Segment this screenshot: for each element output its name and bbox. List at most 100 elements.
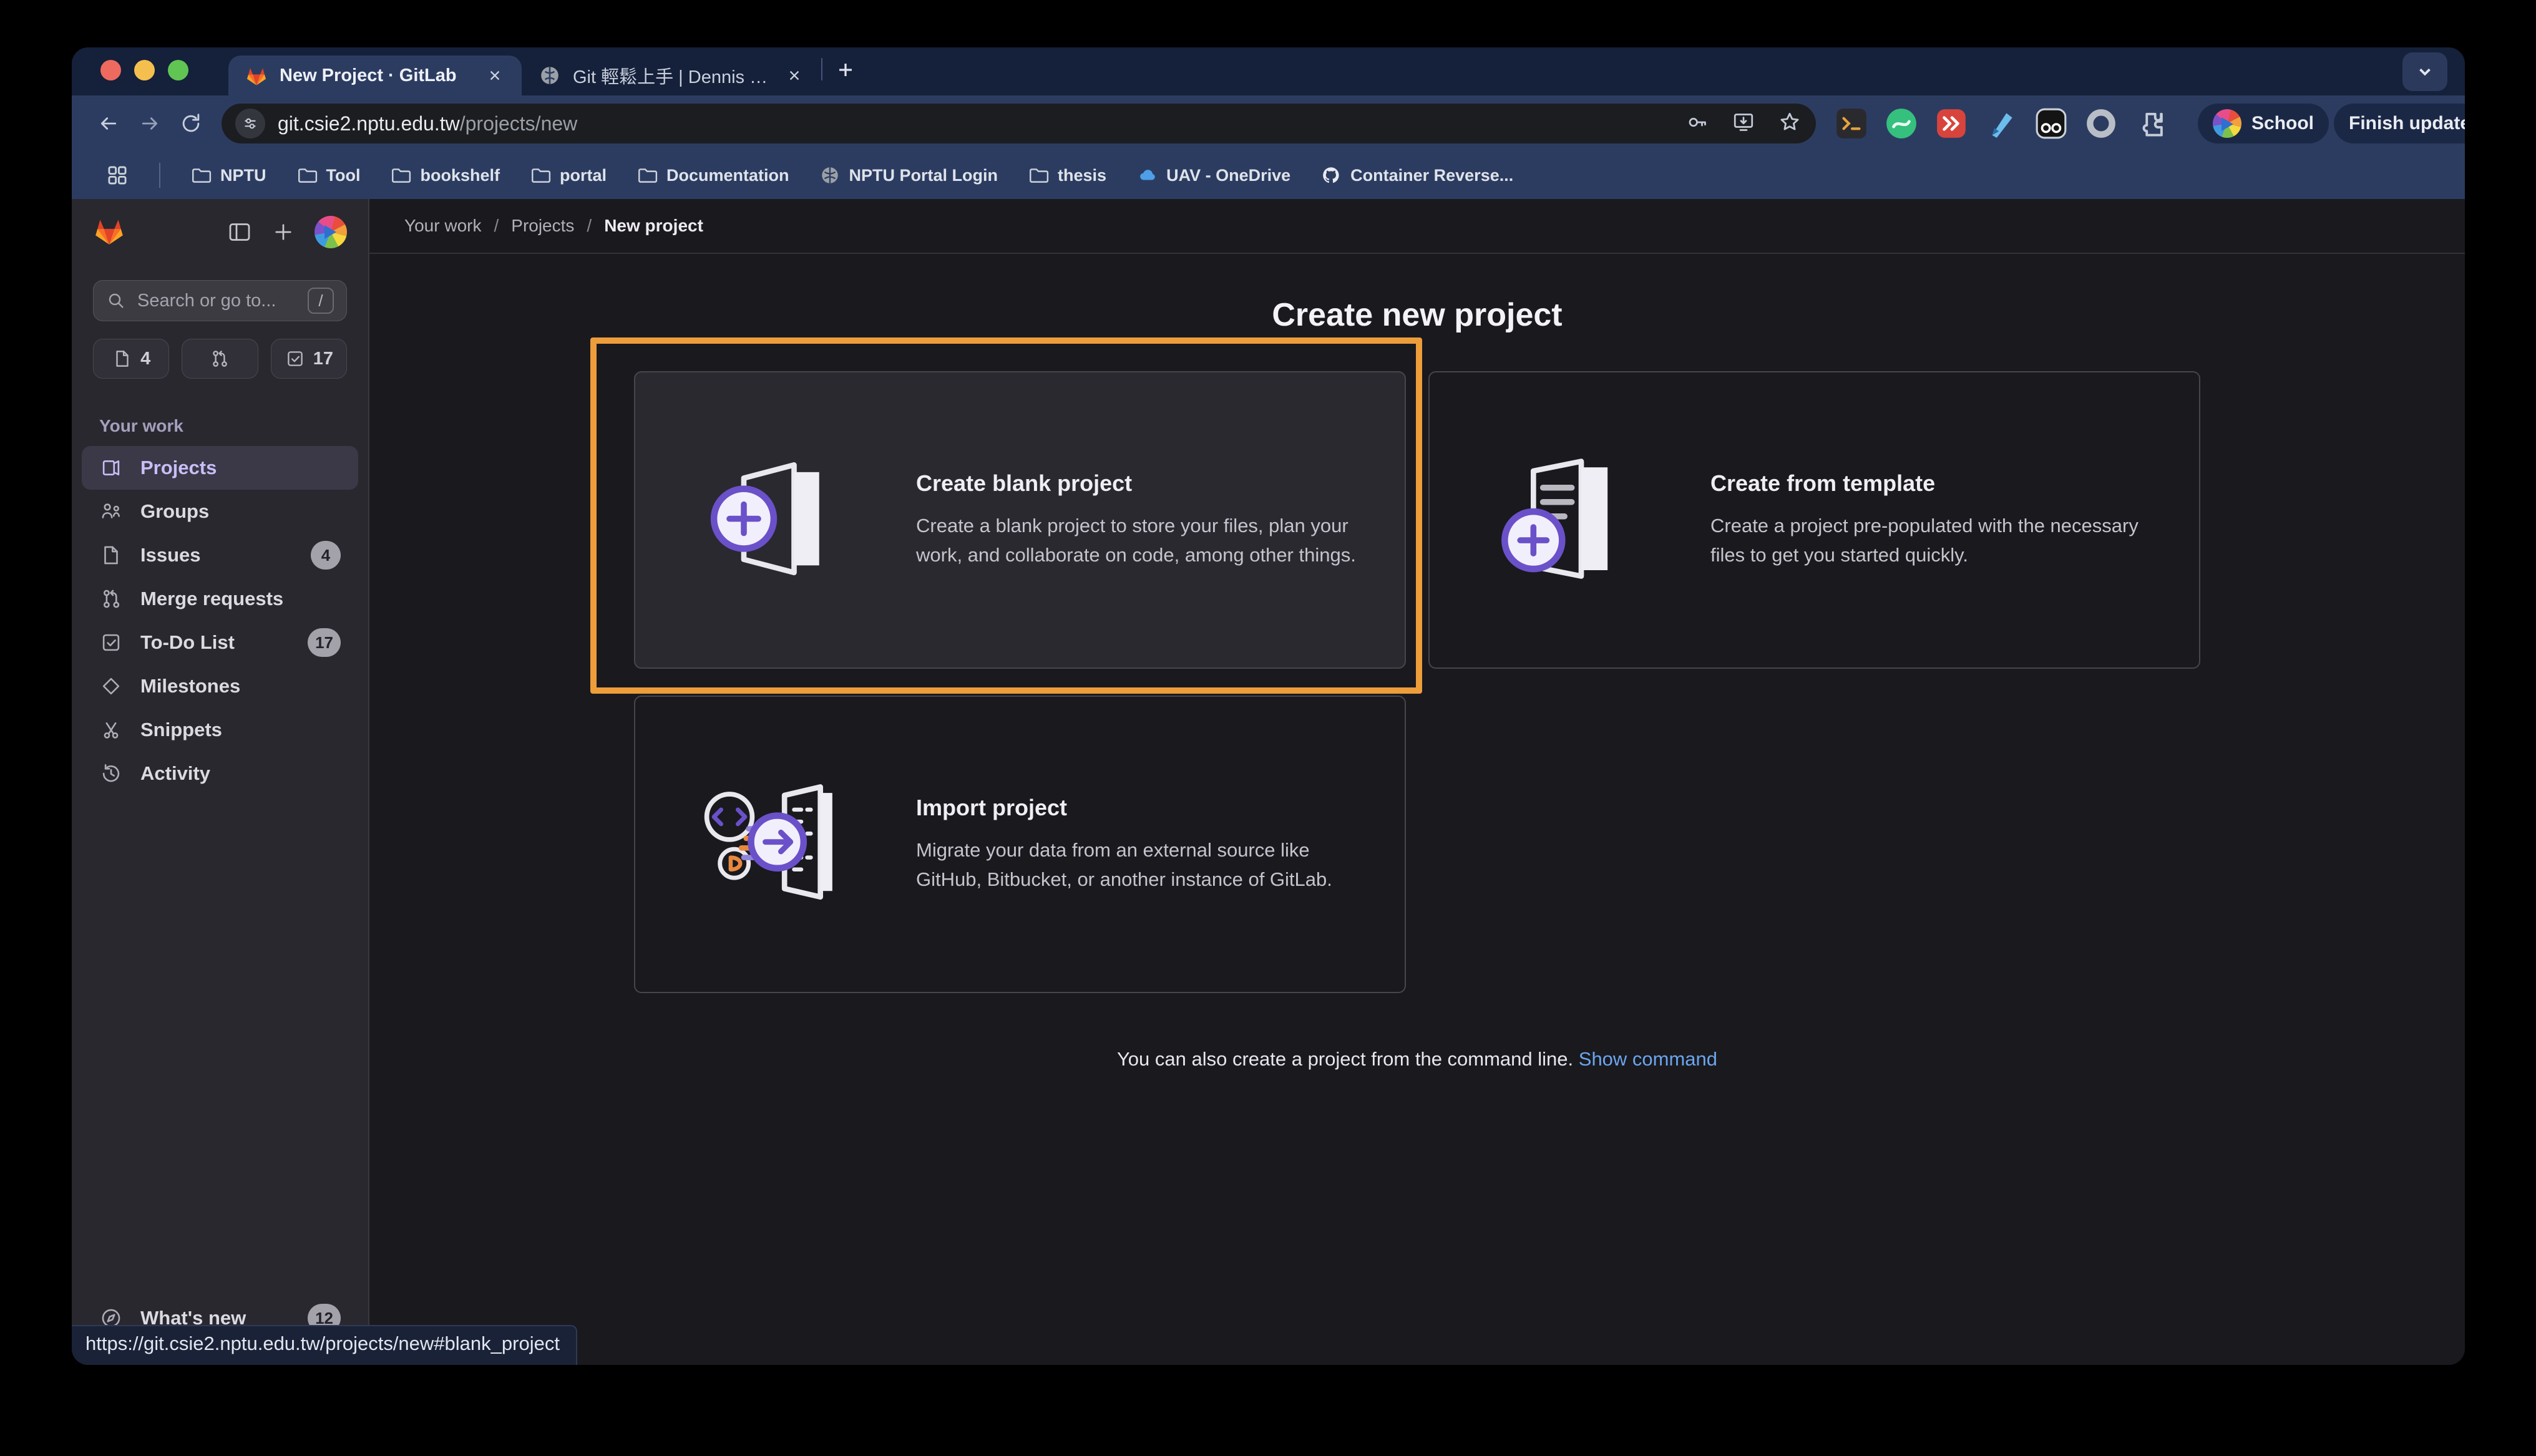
create-from-template-card[interactable]: Create from template Create a project pr…: [1428, 371, 2200, 669]
user-avatar[interactable]: [315, 216, 347, 248]
tab-separator: [821, 58, 822, 80]
sidebar-item-projects[interactable]: Projects: [82, 446, 358, 490]
search-placeholder: Search or go to...: [137, 291, 296, 311]
url-host: git.csie2.nptu.edu.tw: [278, 112, 460, 135]
blank-project-illustration-icon: [695, 454, 851, 586]
breadcrumb-projects[interactable]: Projects: [511, 216, 574, 236]
address-bar[interactable]: git.csie2.nptu.edu.tw/projects/new: [222, 104, 1816, 143]
bookmark-uav-onedrive[interactable]: UAV - OneDrive: [1128, 160, 1299, 191]
sidebar-counters: 4 17: [93, 339, 347, 379]
gitlab-main: Your work / Projects / New project Creat…: [369, 199, 2465, 1365]
red-fastforward-extension-icon[interactable]: [1934, 107, 1968, 140]
gray-ring-extension-icon[interactable]: [2084, 107, 2118, 140]
issues-badge: 4: [311, 541, 341, 570]
groups-icon: [99, 500, 123, 523]
bookmark-documentation[interactable]: Documentation: [628, 160, 798, 191]
sidebar-item-issues[interactable]: Issues 4: [82, 533, 358, 577]
bookmark-bookshelf[interactable]: bookshelf: [381, 160, 509, 191]
project-options-grid: Create blank project Create a blank proj…: [634, 371, 2200, 993]
create-new-plus-icon[interactable]: [271, 220, 296, 245]
url-text[interactable]: git.csie2.nptu.edu.tw/projects/new: [278, 112, 1672, 135]
close-tab-icon[interactable]: [784, 65, 805, 86]
install-app-icon[interactable]: [1731, 110, 1756, 138]
new-project-content: Create new project: [369, 254, 2465, 1365]
sidebar-nav: Projects Groups Issues 4 Merge requests: [72, 442, 368, 795]
tab-title: Git 輕鬆上手 | Dennis 的家目錄: [573, 62, 773, 89]
reload-button[interactable]: [173, 105, 209, 142]
search-input[interactable]: Search or go to... /: [93, 280, 347, 321]
assigned-issues-button[interactable]: 4: [93, 339, 169, 379]
globe-favicon-icon: [538, 64, 562, 87]
back-button[interactable]: [90, 105, 127, 142]
bookmark-label: Container Reverse...: [1350, 166, 1513, 185]
sidebar-item-activity[interactable]: Activity: [82, 752, 358, 795]
gitlab-tanuki-icon: [245, 64, 268, 87]
bookmark-container-reverse[interactable]: Container Reverse...: [1312, 160, 1522, 191]
sidebar-item-label: Snippets: [140, 719, 222, 741]
sidebar-section-label: Your work: [99, 416, 341, 436]
apps-grid-icon[interactable]: [97, 158, 138, 192]
breadcrumb-your-work[interactable]: Your work: [404, 216, 481, 236]
bookmark-nptu-portal-login[interactable]: NPTU Portal Login: [811, 160, 1007, 191]
sidebar-item-label: Issues: [140, 544, 201, 566]
issues-icon: [99, 543, 123, 567]
sidebar-item-milestones[interactable]: Milestones: [82, 664, 358, 708]
new-tab-button[interactable]: [829, 53, 862, 87]
sidebar-item-merge-requests[interactable]: Merge requests: [82, 577, 358, 621]
import-project-card[interactable]: Import project Migrate your data from an…: [634, 696, 1406, 993]
breadcrumb-separator: /: [494, 216, 499, 236]
password-manager-key-icon[interactable]: [1685, 110, 1710, 138]
site-settings-icon[interactable]: [235, 109, 265, 138]
card-title: Create blank project: [916, 470, 1367, 497]
green-circle-extension-icon[interactable]: [1885, 107, 1918, 140]
profile-chip[interactable]: School: [2198, 104, 2329, 143]
extensions-puzzle-icon[interactable]: [2134, 107, 2168, 140]
sidebar-item-label: Groups: [140, 500, 209, 523]
blue-pen-extension-icon[interactable]: [1984, 107, 2018, 140]
card-title: Create from template: [1710, 470, 2162, 497]
forward-button[interactable]: [132, 105, 168, 142]
bookmarks-bar: NPTU Tool bookshelf portal Documentation…: [72, 152, 2465, 199]
close-window-button[interactable]: [100, 60, 121, 80]
bookmark-nptu[interactable]: NPTU: [182, 160, 275, 191]
bookmark-thesis[interactable]: thesis: [1019, 160, 1115, 191]
tab-title: New Project · GitLab: [280, 66, 473, 86]
tab-git-tutorial[interactable]: Git 輕鬆上手 | Dennis 的家目錄: [522, 56, 821, 95]
sidebar-toggle-icon[interactable]: [227, 220, 252, 245]
gitlab-logo-icon[interactable]: [93, 216, 125, 249]
snippets-scissors-icon: [99, 718, 123, 742]
merge-request-icon: [99, 587, 123, 611]
gitlab-app: Search or go to... / 4 17 Your work: [72, 199, 2465, 1365]
bookmark-label: portal: [560, 166, 607, 185]
minimize-window-button[interactable]: [134, 60, 155, 80]
finish-update-label: Finish update: [2349, 113, 2465, 134]
macos-traffic-lights: [100, 60, 188, 80]
command-line-hint: You can also create a project from the c…: [1117, 1048, 1717, 1070]
gitlab-sidebar: Search or go to... / 4 17 Your work: [72, 199, 369, 1365]
create-blank-project-card[interactable]: Create blank project Create a blank proj…: [634, 371, 1406, 669]
sidebar-item-groups[interactable]: Groups: [82, 490, 358, 533]
terminal-extension-icon[interactable]: [1835, 107, 1868, 140]
tab-gitlab-new-project[interactable]: New Project · GitLab: [228, 56, 522, 95]
tab-search-chevron-button[interactable]: [2402, 52, 2447, 91]
glasses-box-extension-icon[interactable]: [2034, 107, 2068, 140]
milestone-diamond-icon: [99, 674, 123, 698]
bookmark-star-icon[interactable]: [1777, 110, 1802, 138]
finish-update-button[interactable]: Finish update: [2334, 104, 2465, 143]
activity-history-icon: [99, 762, 123, 785]
card-description: Migrate your data from an external sourc…: [916, 836, 1367, 894]
bookmark-portal[interactable]: portal: [521, 160, 615, 191]
sidebar-item-label: Projects: [140, 457, 217, 479]
breadcrumb-new-project: New project: [604, 216, 703, 236]
zoom-window-button[interactable]: [168, 60, 188, 80]
screen-background: New Project · GitLab Git 輕鬆上手 | Dennis 的…: [0, 0, 2536, 1456]
show-command-link[interactable]: Show command: [1579, 1048, 1717, 1070]
merge-requests-button[interactable]: [182, 339, 258, 379]
todo-count-button[interactable]: 17: [271, 339, 347, 379]
browser-window: New Project · GitLab Git 輕鬆上手 | Dennis 的…: [72, 47, 2465, 1365]
issues-icon: [112, 348, 133, 369]
close-tab-icon[interactable]: [484, 65, 505, 86]
sidebar-item-snippets[interactable]: Snippets: [82, 708, 358, 752]
bookmark-tool[interactable]: Tool: [288, 160, 369, 191]
sidebar-item-todo-list[interactable]: To-Do List 17: [82, 621, 358, 664]
